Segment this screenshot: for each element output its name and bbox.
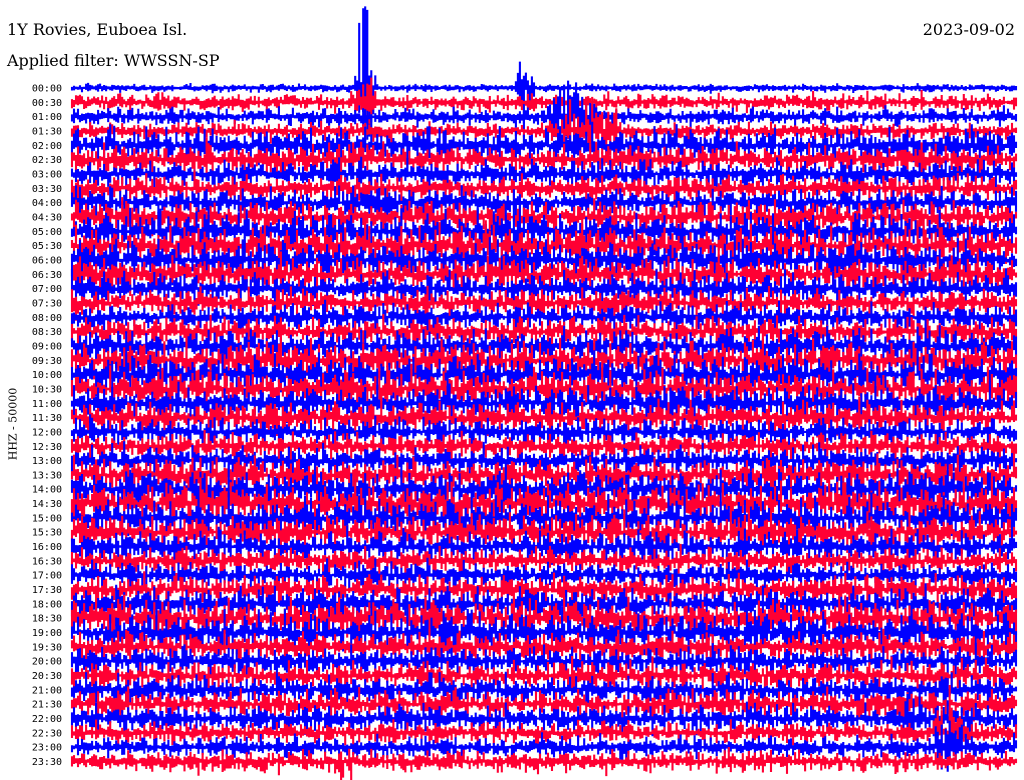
row-time-label: 19:00 [32, 628, 62, 639]
row-time-label: 21:00 [32, 685, 62, 696]
row-time-label: 09:00 [32, 341, 62, 352]
row-time-label: 10:00 [32, 370, 62, 381]
row-time-label: 08:00 [32, 313, 62, 324]
row-time-label: 05:00 [32, 227, 62, 238]
row-time-label: 14:30 [32, 499, 62, 510]
row-time-label: 08:30 [32, 327, 62, 338]
row-time-label: 06:00 [32, 255, 62, 266]
row-time-label: 17:30 [32, 585, 62, 596]
row-time-label: 16:30 [32, 556, 62, 567]
row-time-label: 14:00 [32, 485, 62, 496]
row-time-label: 21:30 [32, 700, 62, 711]
row-time-label: 15:00 [32, 513, 62, 524]
row-time-label: 15:30 [32, 528, 62, 539]
row-time-label: 01:00 [32, 112, 62, 123]
row-time-label: 04:30 [32, 212, 62, 223]
row-time-label: 07:30 [32, 298, 62, 309]
row-time-label: 03:00 [32, 169, 62, 180]
row-time-label: 00:00 [32, 84, 62, 95]
row-time-label: 23:00 [32, 743, 62, 754]
row-time-label: 09:30 [32, 356, 62, 367]
row-time-label: 20:30 [32, 671, 62, 682]
row-time-label: 11:00 [32, 399, 62, 410]
time-label-layer: 00:00 00:30 01:00 01:30 02:00 02:30 03:00 03:30… [32, 84, 62, 769]
row-time-label: 12:00 [32, 427, 62, 438]
row-time-label: 22:30 [32, 728, 62, 739]
row-time-label: 13:30 [32, 470, 62, 481]
row-time-label: 05:30 [32, 241, 62, 252]
row-time-label: 02:00 [32, 141, 62, 152]
helicorder-plot: 00:00 00:30 01:00 01:30 02:00 02:30 03:00 03:30… [32, 6, 1018, 780]
row-time-label: 18:30 [32, 614, 62, 625]
row-time-label: 01:30 [32, 126, 62, 137]
row-time-label: 17:00 [32, 571, 62, 582]
row-time-label: 06:30 [32, 270, 62, 281]
row-time-label: 03:30 [32, 184, 62, 195]
row-time-label: 18:00 [32, 599, 62, 610]
row-time-label: 04:00 [32, 198, 62, 209]
row-time-label: 12:30 [32, 442, 62, 453]
row-time-label: 20:00 [32, 657, 62, 668]
trace-layer [70, 6, 1018, 780]
row-time-label: 16:00 [32, 542, 62, 553]
row-time-label: 23:30 [32, 757, 62, 768]
row-time-label: 11:30 [32, 413, 62, 424]
row-time-label: 10:30 [32, 384, 62, 395]
row-time-label: 13:00 [32, 456, 62, 467]
row-time-label: 19:30 [32, 642, 62, 653]
row-time-label: 22:00 [32, 714, 62, 725]
row-time-label: 00:30 [32, 98, 62, 109]
row-time-label: 02:30 [32, 155, 62, 166]
row-time-label: 07:00 [32, 284, 62, 295]
